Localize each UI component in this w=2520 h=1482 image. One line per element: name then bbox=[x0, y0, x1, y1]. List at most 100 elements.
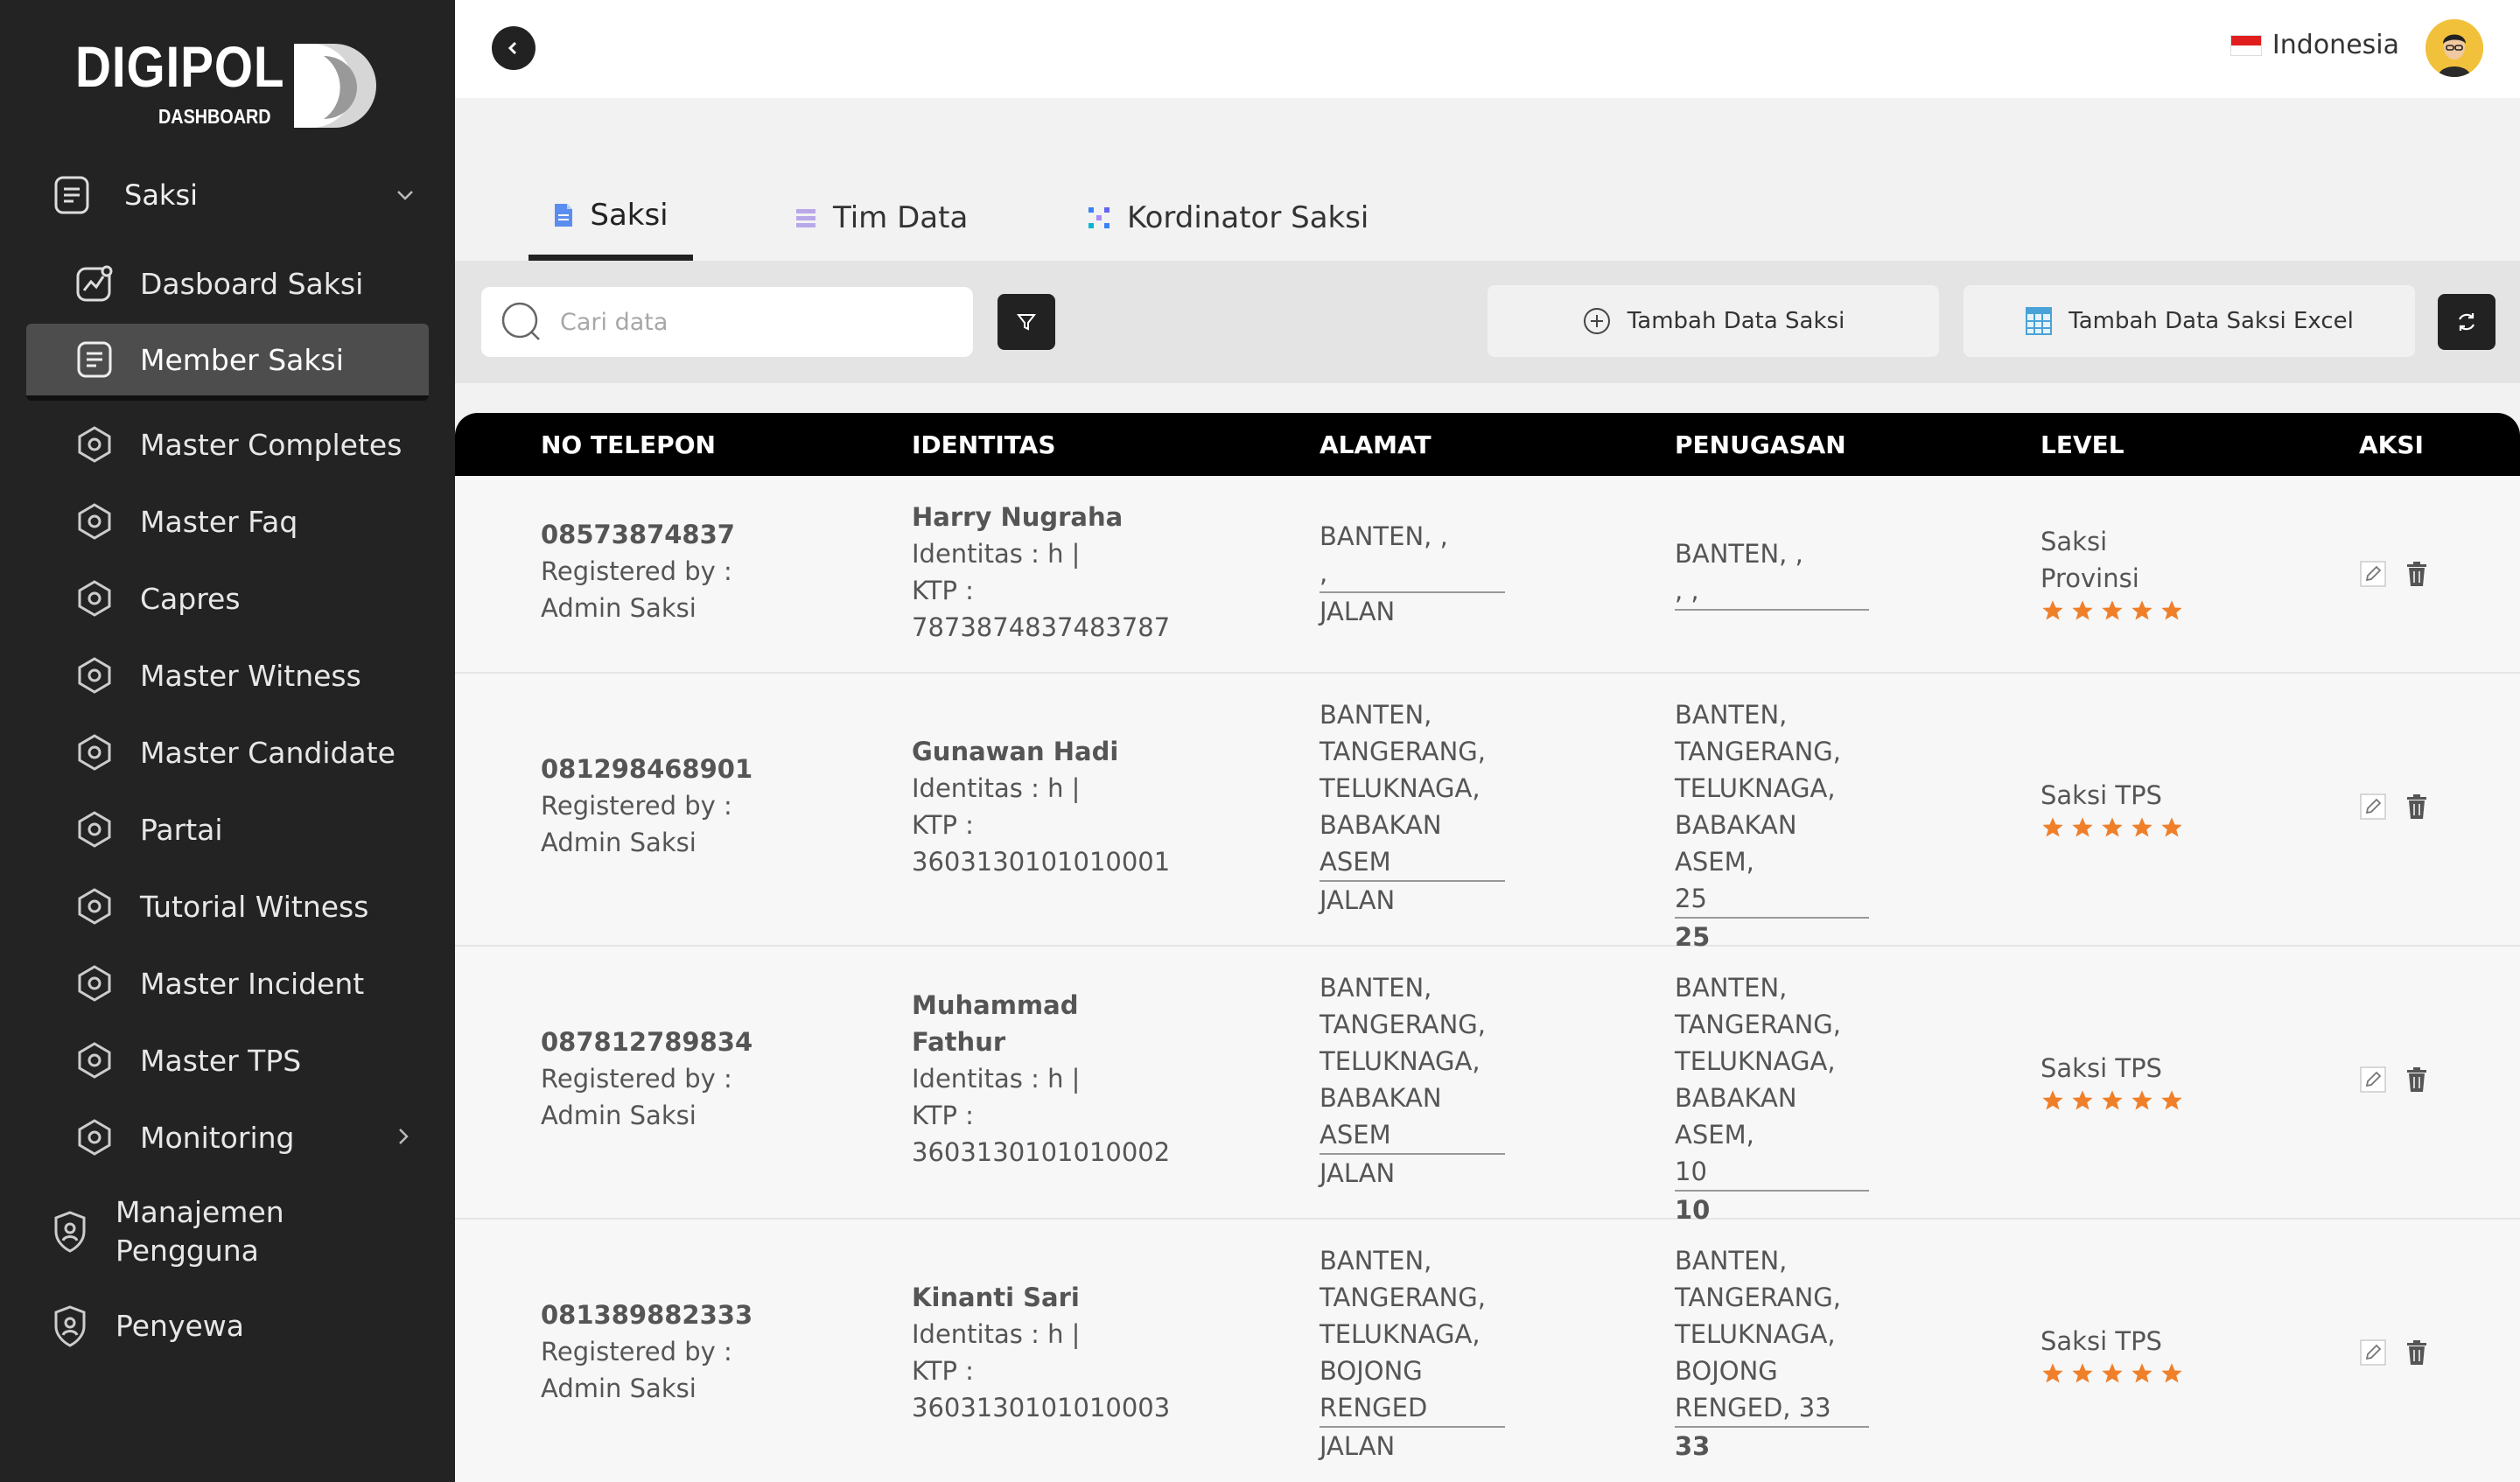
assignment-tps: 33 bbox=[1675, 1431, 1711, 1461]
add-data-saksi-excel-label: Tambah Data Saksi Excel bbox=[2068, 308, 2354, 334]
assignment-cell: BANTEN, TANGERANG, TELUKNAGA, BOJONG REN… bbox=[1675, 1242, 1869, 1465]
identity-label: Identitas : h | bbox=[912, 1319, 1081, 1349]
star-icon bbox=[2042, 1363, 2063, 1383]
add-data-saksi-button[interactable]: Tambah Data Saksi bbox=[1488, 285, 1939, 357]
refresh-icon bbox=[2459, 313, 2474, 331]
registered-by-value: Admin Saksi bbox=[541, 828, 696, 857]
table-row[interactable]: 087812789834 Registered by : Admin Saksi… bbox=[455, 947, 2520, 1225]
ktp-label: KTP : bbox=[912, 576, 974, 605]
edit-button[interactable] bbox=[2357, 1064, 2389, 1095]
star-icon bbox=[2132, 817, 2152, 837]
ktp-number: 3603130101010003 bbox=[912, 1393, 1171, 1423]
collapse-sidebar-button[interactable] bbox=[492, 26, 536, 70]
sidebar-item-label: Master TPS bbox=[140, 1043, 302, 1078]
delete-button[interactable] bbox=[2401, 1064, 2432, 1095]
sidebar-item-master-candidate[interactable]: Master Candidate bbox=[0, 714, 455, 791]
sidebar-item-dasboard-saksi[interactable]: Dasboard Saksi bbox=[0, 245, 455, 322]
edit-button[interactable] bbox=[2357, 558, 2389, 590]
language-selector[interactable]: Indonesia bbox=[2230, 30, 2399, 60]
sidebar: DIGIPOL DASHBOARD Saksi Dasboard Saksi M… bbox=[0, 0, 455, 1482]
sidebar-item-master-witness[interactable]: Master Witness bbox=[0, 637, 455, 714]
address-street: JALAN bbox=[1320, 885, 1396, 915]
sidebar-item-label-line-1: Manajemen bbox=[116, 1195, 284, 1229]
chart-icon bbox=[76, 265, 113, 302]
registered-by-value: Admin Saksi bbox=[541, 1374, 696, 1403]
identity-cell: Kinanti Sari Identitas : h | KTP : 36031… bbox=[912, 1279, 1170, 1426]
assignment-cell: BANTEN, , , , bbox=[1675, 535, 1869, 611]
star-icon bbox=[2072, 1090, 2093, 1110]
column-header-alamat[interactable]: ALAMAT bbox=[1320, 430, 1432, 459]
witness-name: Kinanti Sari bbox=[912, 1283, 1080, 1312]
sidebar-item-tutorial-witness[interactable]: Tutorial Witness bbox=[0, 868, 455, 945]
tab-tim-data[interactable]: Tim Data bbox=[794, 175, 968, 261]
column-header-identitas[interactable]: IDENTITAS bbox=[912, 430, 1056, 459]
rating-stars bbox=[2040, 1088, 2184, 1113]
hexagon-icon bbox=[78, 888, 111, 925]
sidebar-item-master-completes[interactable]: Master Completes bbox=[0, 406, 455, 483]
add-data-saksi-excel-button[interactable]: Tambah Data Saksi Excel bbox=[1964, 285, 2415, 357]
table-header: NO TELEPON IDENTITAS ALAMAT PENUGASAN LE… bbox=[455, 413, 2520, 476]
hexagon-icon bbox=[78, 1042, 111, 1079]
file-icon bbox=[555, 203, 573, 227]
sidebar-item-monitoring[interactable]: Monitoring bbox=[0, 1099, 455, 1176]
star-icon bbox=[2132, 1363, 2152, 1383]
address-cell: BANTEN, TANGERANG, TELUKNAGA, BOJONG REN… bbox=[1320, 1242, 1505, 1465]
address-region: BANTEN, TANGERANG, TELUKNAGA, BOJONG REN… bbox=[1320, 1242, 1505, 1428]
hexagon-icon bbox=[78, 1119, 111, 1156]
column-header-penugasan[interactable]: PENUGASAN bbox=[1675, 430, 1846, 459]
user-avatar[interactable] bbox=[2426, 19, 2483, 77]
tab-label: Kordinator Saksi bbox=[1127, 200, 1369, 235]
delete-button[interactable] bbox=[2401, 558, 2432, 590]
sidebar-item-master-faq[interactable]: Master Faq bbox=[0, 483, 455, 560]
sidebar-item-member-saksi[interactable]: Member Saksi bbox=[26, 324, 429, 401]
filter-button[interactable] bbox=[998, 294, 1055, 350]
tab-saksi[interactable]: Saksi bbox=[528, 175, 693, 261]
table-row[interactable]: 081298468901 Registered by : Admin Saksi… bbox=[455, 674, 2520, 952]
sidebar-item-capres[interactable]: Capres bbox=[0, 560, 455, 637]
sidebar-item-master-tps[interactable]: Master TPS bbox=[0, 1022, 455, 1099]
sidebar-item-master-incident[interactable]: Master Incident bbox=[0, 945, 455, 1022]
column-header-aksi[interactable]: AKSI bbox=[2359, 430, 2424, 459]
sidebar-item-manajemen-pengguna[interactable]: Manajemen Pengguna bbox=[51, 1193, 284, 1270]
assignment-region: BANTEN, , , , bbox=[1675, 535, 1869, 611]
identity-label: Identitas : h | bbox=[912, 773, 1081, 803]
address-region: BANTEN, TANGERANG, TELUKNAGA, BABAKAN AS… bbox=[1320, 969, 1505, 1155]
delete-button[interactable] bbox=[2401, 791, 2432, 822]
table-row[interactable]: 081389882333 Registered by : Admin Saksi… bbox=[455, 1220, 2520, 1482]
add-data-saksi-label: Tambah Data Saksi bbox=[1627, 308, 1845, 334]
tab-kordinator-saksi[interactable]: Kordinator Saksi bbox=[1087, 175, 1368, 261]
column-header-level[interactable]: LEVEL bbox=[2040, 430, 2124, 459]
avatar-icon bbox=[2426, 19, 2483, 77]
edit-button[interactable] bbox=[2357, 791, 2389, 822]
ktp-number: 3603130101010001 bbox=[912, 847, 1171, 877]
tab-label: Tim Data bbox=[833, 200, 969, 235]
sidebar-section-saksi[interactable]: Saksi bbox=[52, 171, 420, 219]
toolbar: Cari data Tambah Data Saksi Tambah Data … bbox=[455, 261, 2520, 383]
phone-cell: 087812789834 Registered by : Admin Saksi bbox=[541, 1024, 752, 1134]
star-icon bbox=[2102, 1363, 2123, 1383]
search-input[interactable]: Cari data bbox=[481, 287, 973, 357]
star-icon bbox=[2072, 817, 2093, 837]
edit-button[interactable] bbox=[2357, 1337, 2389, 1368]
sidebar-item-penyewa[interactable]: Penyewa bbox=[51, 1304, 244, 1349]
sidebar-item-label: Tutorial Witness bbox=[140, 889, 369, 924]
tab-bar: Saksi Tim Data Kordinator Saksi bbox=[455, 175, 2520, 261]
refresh-button[interactable] bbox=[2438, 294, 2496, 350]
table-row[interactable]: 08573874837 Registered by : Admin Saksi … bbox=[455, 476, 2520, 674]
delete-button[interactable] bbox=[2401, 1337, 2432, 1368]
column-header-no-telepon[interactable]: NO TELEPON bbox=[541, 430, 716, 459]
star-icon bbox=[2042, 817, 2063, 837]
row-actions bbox=[2357, 791, 2432, 822]
registered-by-value: Admin Saksi bbox=[541, 593, 696, 623]
trash-icon bbox=[2407, 1340, 2426, 1365]
star-icon bbox=[2102, 817, 2123, 837]
assignment-cell: BANTEN, TANGERANG, TELUKNAGA, BABAKAN AS… bbox=[1675, 969, 1869, 1228]
ktp-label: KTP : bbox=[912, 1356, 974, 1386]
sidebar-item-partai[interactable]: Partai bbox=[0, 791, 455, 868]
hexagon-icon bbox=[78, 503, 111, 540]
address-cell: BANTEN, TANGERANG, TELUKNAGA, BABAKAN AS… bbox=[1320, 696, 1505, 919]
digipol-logo[interactable]: DIGIPOL DASHBOARD bbox=[75, 33, 390, 138]
identity-cell: Muhammad Fathur Identitas : h | KTP : 36… bbox=[912, 987, 1170, 1171]
document-icon bbox=[54, 176, 89, 214]
star-icon bbox=[2102, 1090, 2123, 1110]
